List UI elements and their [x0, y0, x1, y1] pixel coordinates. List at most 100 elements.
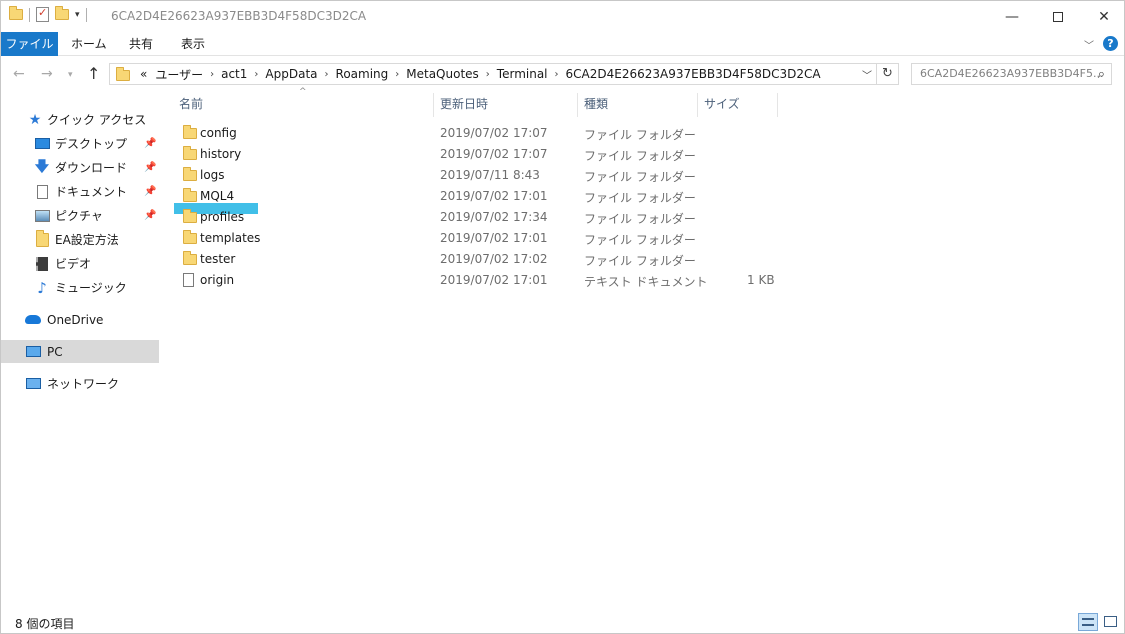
sidebar-item-pictures[interactable]: ピクチャ 📌	[1, 204, 159, 227]
download-icon: 🡇	[34, 158, 50, 175]
chevron-right-icon[interactable]: ›	[207, 69, 217, 80]
pictures-icon	[34, 208, 50, 224]
sidebar-item-network[interactable]: ネットワーク	[1, 372, 159, 395]
sidebar-item-music[interactable]: ♪ ミュージック	[1, 276, 159, 299]
sidebar-item-quick-access[interactable]: ★ クイック アクセス	[1, 108, 159, 131]
folder-icon	[116, 67, 130, 81]
address-row: ← → ▾ ↑ « ユーザー › act1 › AppData › Roamin…	[1, 57, 1124, 93]
column-header-type[interactable]: 種類	[584, 93, 608, 115]
help-icon[interactable]: ?	[1103, 36, 1118, 51]
file-row-templates[interactable]: templates 2019/07/02 17:01 ファイル フォルダー	[171, 228, 781, 249]
ribbon-tabs: ファイル ホーム 共有 表示 ﹀ ?	[1, 32, 1124, 56]
breadcrumb-metaquotes[interactable]: MetaQuotes	[402, 67, 483, 81]
folder-icon	[183, 125, 197, 139]
file-type: テキスト ドキュメント	[584, 275, 708, 289]
file-name: MQL4	[200, 189, 235, 203]
file-date: 2019/07/11 8:43	[440, 168, 540, 182]
file-type: ファイル フォルダー	[584, 191, 696, 205]
column-header-date[interactable]: 更新日時	[440, 93, 488, 115]
sidebar-item-label: クイック アクセス	[47, 113, 147, 127]
pin-icon[interactable]: 📌	[144, 210, 156, 221]
toolbar-divider	[85, 7, 87, 22]
close-button[interactable]: ✕	[1081, 1, 1124, 32]
sidebar-item-desktop[interactable]: デスクトップ 📌	[1, 132, 159, 155]
folder-icon	[34, 229, 50, 248]
maximize-button[interactable]	[1035, 1, 1081, 32]
minimize-button[interactable]: —	[989, 1, 1035, 32]
chevron-right-icon[interactable]: ›	[483, 69, 493, 80]
breadcrumb-act1[interactable]: act1	[217, 67, 251, 81]
file-type: ファイル フォルダー	[584, 149, 696, 163]
column-divider[interactable]	[777, 93, 778, 117]
customize-toolbar-icon[interactable]: ▾	[75, 10, 80, 20]
tab-home[interactable]: ホーム	[59, 32, 119, 56]
sidebar-item-videos[interactable]: ビデオ	[1, 252, 159, 275]
file-name: history	[200, 147, 242, 161]
pin-icon[interactable]: 📌	[144, 186, 156, 197]
details-view-icon	[1082, 618, 1094, 626]
explorer-window: ▾ 6CA2D4E26623A937EBB3D4F58DC3D2CA — ✕ フ…	[0, 0, 1125, 634]
breadcrumb-current[interactable]: 6CA2D4E26623A937EBB3D4F58DC3D2CA	[562, 67, 825, 81]
pin-icon[interactable]: 📌	[144, 162, 156, 173]
up-button[interactable]: ↑	[87, 64, 100, 83]
breadcrumb-terminal[interactable]: Terminal	[493, 67, 552, 81]
sidebar-item-pc[interactable]: PC	[1, 340, 159, 363]
refresh-button[interactable]: ↻	[877, 63, 899, 85]
expand-ribbon-icon[interactable]: ﹀	[1084, 37, 1094, 52]
folder-icon	[9, 6, 23, 20]
search-input[interactable]: 6CA2D4E26623A937EBB3D4F5... ⌕	[911, 63, 1112, 85]
breadcrumb-users[interactable]: ユーザー	[151, 66, 207, 83]
file-row-mql4[interactable]: MQL4 2019/07/02 17:01 ファイル フォルダー	[171, 186, 781, 207]
column-header-size[interactable]: サイズ	[704, 93, 740, 115]
sidebar-item-label: ピクチャ	[55, 209, 103, 223]
back-button[interactable]: ←	[13, 66, 25, 82]
breadcrumb-overflow[interactable]: «	[136, 67, 151, 81]
details-view-button[interactable]	[1078, 613, 1098, 631]
address-history-dropdown[interactable]: ﹀	[862, 67, 872, 82]
file-list: ^ 名前 更新日時 種類 サイズ config 2019/07/02 17:07…	[171, 87, 1124, 603]
sidebar-item-documents[interactable]: ドキュメント 📌	[1, 180, 159, 203]
file-date: 2019/07/02 17:01	[440, 189, 548, 203]
chevron-right-icon[interactable]: ›	[322, 69, 332, 80]
column-divider[interactable]	[577, 93, 578, 117]
tab-view[interactable]: 表示	[169, 32, 217, 56]
recent-locations-icon[interactable]: ▾	[68, 70, 73, 80]
maximize-icon	[1053, 11, 1063, 22]
sidebar-item-ea-settings[interactable]: EA設定方法	[1, 228, 159, 251]
address-bar[interactable]: « ユーザー › act1 › AppData › Roaming › Meta…	[109, 63, 877, 85]
search-icon[interactable]: ⌕	[1098, 65, 1105, 84]
sidebar-item-downloads[interactable]: 🡇 ダウンロード 📌	[1, 156, 159, 179]
pin-icon[interactable]: 📌	[144, 138, 156, 149]
forward-button[interactable]: →	[41, 66, 53, 82]
column-divider[interactable]	[433, 93, 434, 117]
tab-file[interactable]: ファイル	[1, 32, 58, 56]
breadcrumb: « ユーザー › act1 › AppData › Roaming › Meta…	[136, 66, 825, 83]
file-row-tester[interactable]: tester 2019/07/02 17:02 ファイル フォルダー	[171, 249, 781, 270]
file-size: 1 KB	[747, 273, 775, 287]
chevron-right-icon[interactable]: ›	[552, 69, 562, 80]
file-row-profiles[interactable]: profiles 2019/07/02 17:34 ファイル フォルダー	[171, 207, 781, 228]
chevron-right-icon[interactable]: ›	[392, 69, 402, 80]
file-type: ファイル フォルダー	[584, 170, 696, 184]
chevron-right-icon[interactable]: ›	[251, 69, 261, 80]
sidebar-item-onedrive[interactable]: OneDrive	[1, 308, 159, 331]
sort-ascending-icon: ^	[299, 87, 307, 97]
file-row-history[interactable]: history 2019/07/02 17:07 ファイル フォルダー	[171, 144, 781, 165]
file-name: config	[200, 126, 237, 140]
properties-icon[interactable]	[36, 6, 49, 22]
new-folder-icon[interactable]	[55, 6, 69, 20]
breadcrumb-roaming[interactable]: Roaming	[332, 67, 393, 81]
tab-share[interactable]: 共有	[117, 32, 165, 56]
search-placeholder: 6CA2D4E26623A937EBB3D4F5...	[920, 67, 1104, 80]
file-row-logs[interactable]: logs 2019/07/11 8:43 ファイル フォルダー	[171, 165, 781, 186]
file-date: 2019/07/02 17:34	[440, 210, 548, 224]
large-icons-view-button[interactable]	[1101, 613, 1121, 631]
file-row-origin[interactable]: origin 2019/07/02 17:01 テキスト ドキュメント 1 KB	[171, 270, 781, 291]
folder-icon	[183, 146, 197, 160]
file-row-config[interactable]: config 2019/07/02 17:07 ファイル フォルダー	[171, 123, 781, 144]
sidebar-item-label: OneDrive	[47, 312, 104, 327]
breadcrumb-appdata[interactable]: AppData	[261, 67, 321, 81]
file-date: 2019/07/02 17:07	[440, 126, 548, 140]
column-header-name[interactable]: 名前	[179, 93, 203, 115]
column-divider[interactable]	[697, 93, 698, 117]
